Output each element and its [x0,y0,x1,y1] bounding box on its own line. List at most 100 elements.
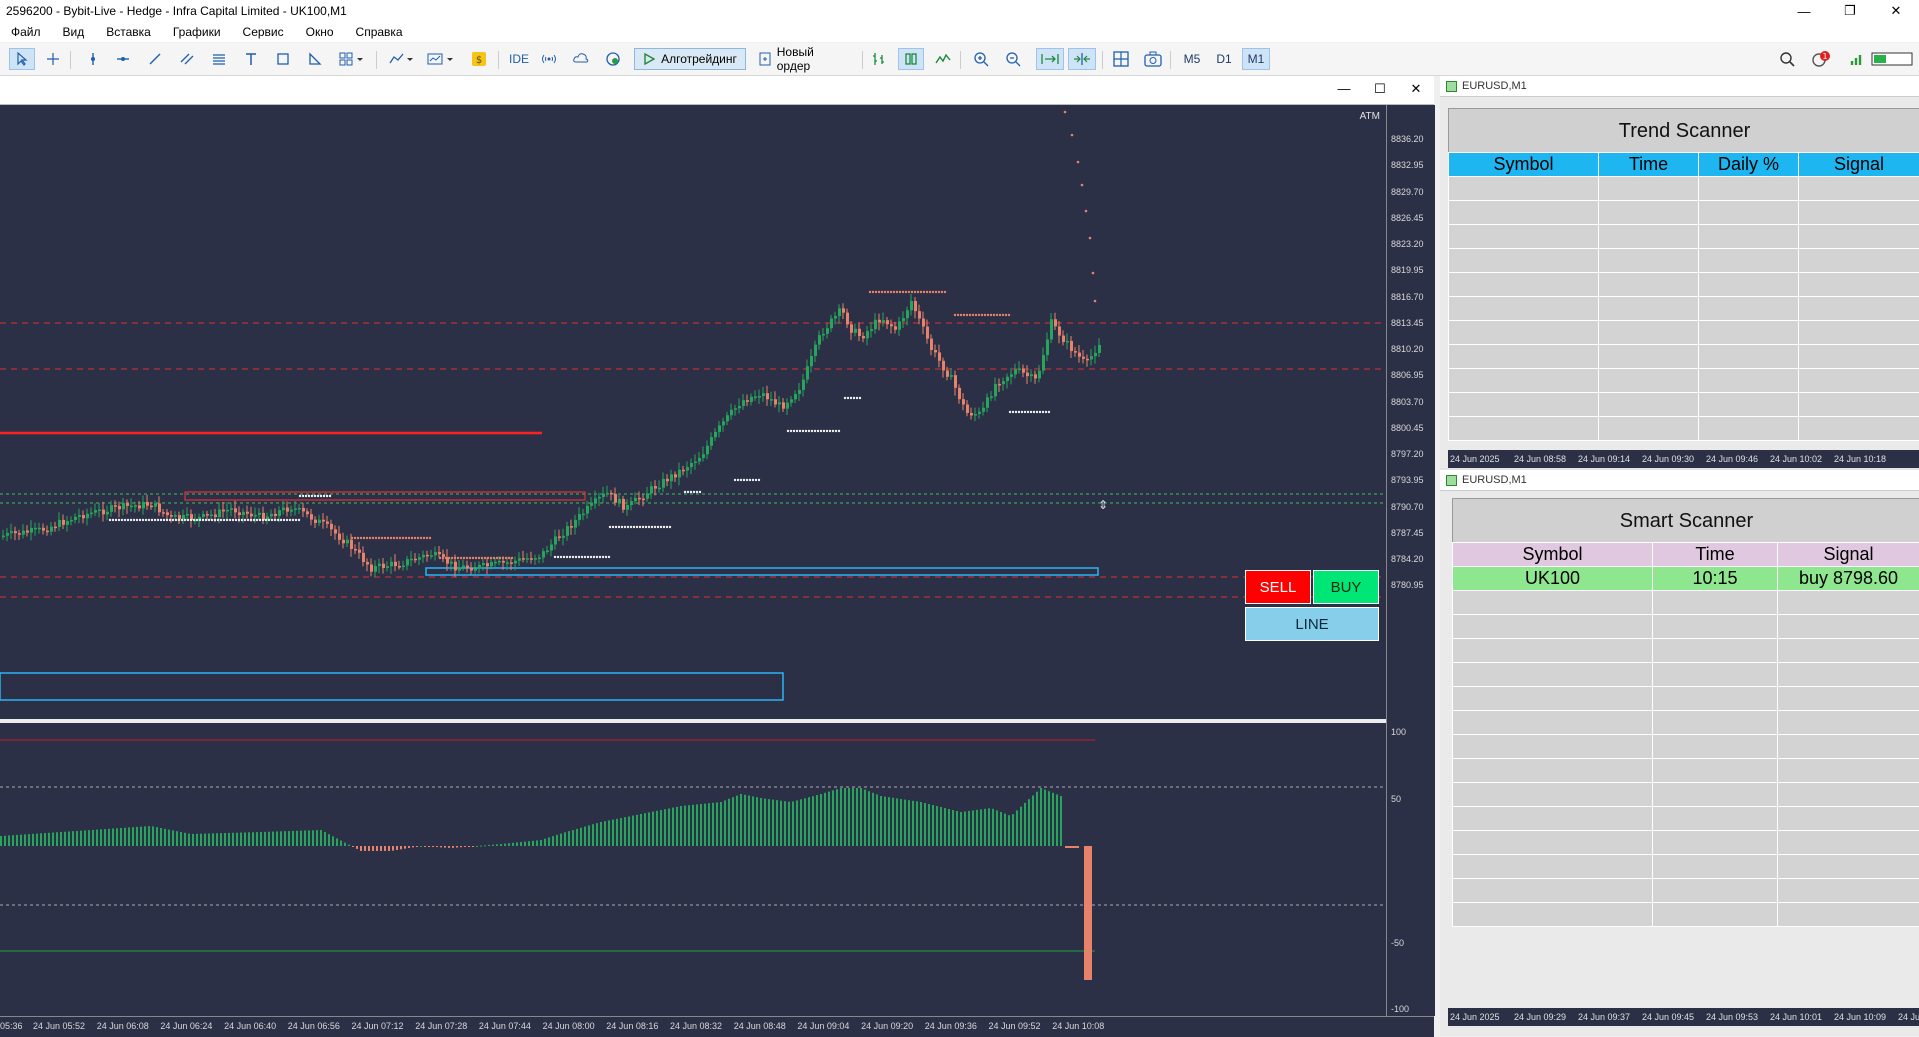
candle-body [466,565,469,568]
tile-windows-icon[interactable] [1110,48,1132,70]
trend-dot [314,495,316,497]
table-row[interactable] [1449,393,1919,417]
table-cell [1799,417,1919,441]
bar-chart-icon[interactable] [868,48,890,70]
maximize-button[interactable]: ❐ [1827,0,1873,22]
fibonacci-icon[interactable] [208,48,230,70]
table-row[interactable] [1453,759,1919,783]
table-row[interactable] [1449,225,1919,249]
horizontal-line-icon[interactable] [112,48,134,70]
chart-shift-icon[interactable] [1068,48,1096,70]
oscillator-bar [808,797,810,846]
table-row[interactable] [1453,591,1919,615]
oscillator-bar [184,833,186,846]
candle-body [62,520,65,525]
buy-button[interactable]: BUY [1313,570,1379,604]
table-row[interactable] [1453,615,1919,639]
table-row[interactable] [1449,369,1919,393]
price-chart[interactable]: ⇕ ATM SELL BUY LINE [0,105,1386,719]
candle-body [846,313,849,325]
time-axis-label: 24 Jun 07:12 [352,1021,404,1031]
close-button[interactable]: ✕ [1873,0,1919,22]
chart-minimize-button[interactable]: — [1332,81,1356,99]
vps-icon[interactable] [570,48,592,70]
trend-dot [393,537,395,539]
oscillator-bar [860,788,862,846]
table-row[interactable] [1453,639,1919,663]
algotrading-button[interactable]: Алготрейдинг [634,48,746,70]
table-row[interactable] [1449,273,1919,297]
new-order-button[interactable]: Новый ордер [752,48,856,70]
timeframe-m5-button[interactable]: M5 [1178,48,1206,70]
table-row[interactable] [1453,831,1919,855]
signals-icon[interactable] [538,48,560,70]
menu-window[interactable]: Окно [295,22,345,42]
search-icon[interactable] [1776,48,1798,70]
table-row[interactable] [1449,201,1919,225]
trend-dot [1077,161,1080,164]
notifications-icon[interactable]: 1 [1808,48,1834,70]
community-icon[interactable] [602,48,624,70]
table-row[interactable] [1453,855,1919,879]
oscillator-bar [704,804,706,846]
menu-tools[interactable]: Сервис [232,22,295,42]
menu-view[interactable]: Вид [52,22,96,42]
shapes-dropdown-icon[interactable] [336,48,368,70]
arrow-tool-icon[interactable] [304,48,326,70]
table-row[interactable] [1453,735,1919,759]
table-row[interactable] [1449,249,1919,273]
minimize-button[interactable]: — [1781,0,1827,22]
table-row[interactable] [1453,711,1919,735]
oscillator-bar [988,808,990,846]
zoom-out-icon[interactable] [1002,48,1024,70]
table-cell [1599,273,1699,297]
trendline-icon[interactable] [144,48,166,70]
screenshot-icon[interactable] [1142,48,1164,70]
line-chart-icon[interactable] [932,48,954,70]
table-cell [1699,345,1799,369]
candle-body [670,474,673,481]
market-icon[interactable]: $ [468,48,490,70]
table-row[interactable] [1453,663,1919,687]
candle-body [906,310,909,318]
crosshair-icon[interactable] [42,48,64,70]
table-row[interactable] [1449,417,1919,441]
oscillator-bar [844,788,846,846]
channel-icon[interactable] [176,48,198,70]
timeframe-m1-button[interactable]: M1 [1242,48,1270,70]
oscillator-bar [940,807,942,846]
templates-dropdown-icon[interactable] [424,48,458,70]
cursor-icon[interactable] [9,48,35,70]
vertical-line-icon[interactable] [82,48,104,70]
line-button[interactable]: LINE [1245,607,1379,641]
oscillator-chart[interactable] [0,723,1386,1016]
table-row[interactable]: UK10010:15buy 8798.60 [1453,567,1919,591]
oscillator-bar [696,804,698,846]
table-row[interactable] [1453,807,1919,831]
zoom-in-icon[interactable] [970,48,992,70]
table-row[interactable] [1453,783,1919,807]
menu-help[interactable]: Справка [345,22,414,42]
chart-close-button[interactable]: ✕ [1404,81,1428,99]
table-row[interactable] [1449,177,1919,201]
autoscroll-icon[interactable] [1036,48,1064,70]
price-axis-label: 8793.95 [1391,475,1424,485]
text-tool-icon[interactable] [240,48,262,70]
menu-file[interactable]: Файл [0,22,52,42]
table-row[interactable] [1449,345,1919,369]
rectangle-icon[interactable] [272,48,294,70]
table-row[interactable] [1449,321,1919,345]
sell-button[interactable]: SELL [1245,570,1311,604]
menu-insert[interactable]: Вставка [95,22,162,42]
timeframe-d1-button[interactable]: D1 [1210,48,1238,70]
menu-charts[interactable]: Графики [162,22,232,42]
table-row[interactable] [1449,297,1919,321]
candlestick-chart-icon[interactable] [898,48,924,70]
ide-button[interactable]: IDE [506,48,532,70]
indicators-dropdown-icon[interactable] [386,48,418,70]
chart-maximize-button[interactable]: ☐ [1368,81,1392,99]
trend-dot [969,314,971,316]
table-row[interactable] [1453,879,1919,903]
table-row[interactable] [1453,687,1919,711]
table-row[interactable] [1453,903,1919,927]
